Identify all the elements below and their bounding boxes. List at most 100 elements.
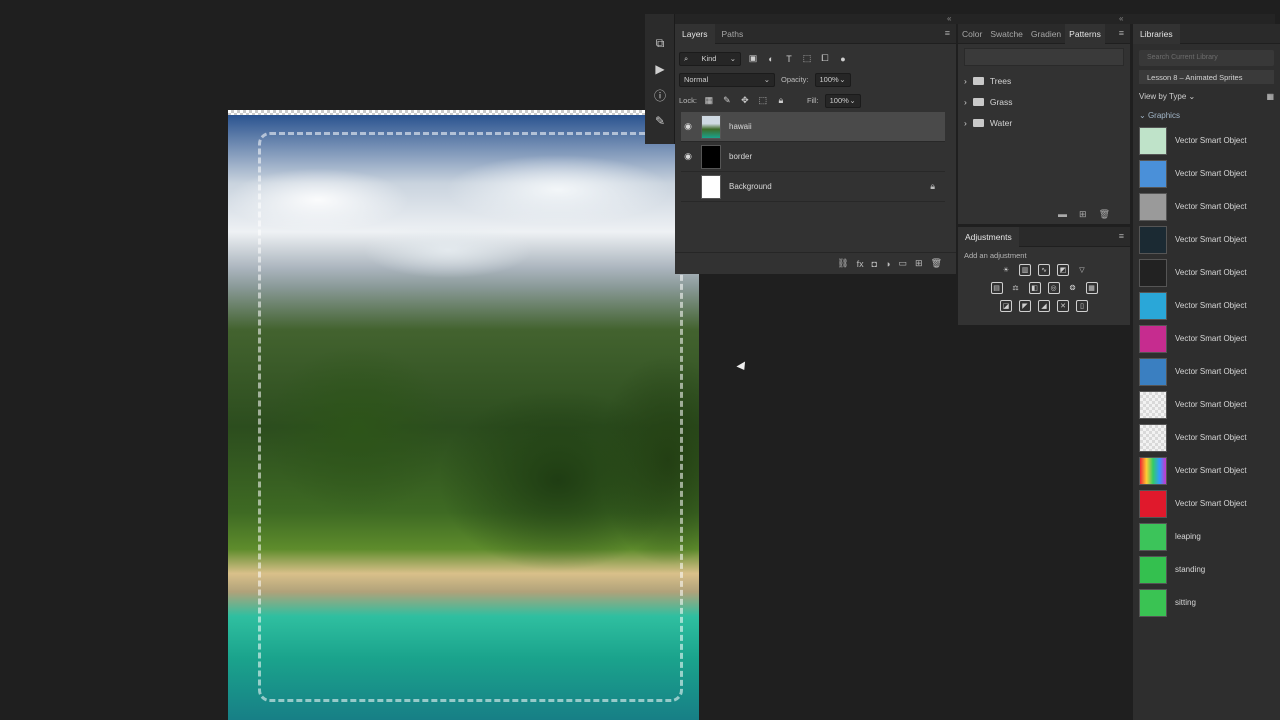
- hue-saturation-icon[interactable]: ▤: [990, 282, 1003, 294]
- photo-filter-icon[interactable]: ◎: [1047, 282, 1060, 294]
- view-by-type-dropdown[interactable]: View by Type ⌄: [1139, 92, 1195, 101]
- pixel-filter-icon[interactable]: ▣: [747, 53, 759, 65]
- item-label: Vector Smart Object: [1175, 235, 1247, 244]
- library-item[interactable]: Vector Smart Object: [1133, 223, 1280, 256]
- library-item[interactable]: Vector Smart Object: [1133, 190, 1280, 223]
- lock-icon[interactable]: 🔒︎: [930, 181, 935, 192]
- color-balance-icon[interactable]: ⚖: [1010, 282, 1022, 294]
- brush-settings-icon[interactable]: ✎: [645, 108, 675, 134]
- link-layers-icon[interactable]: ⛓: [837, 258, 848, 269]
- eye-icon[interactable]: ◉: [681, 121, 695, 132]
- library-search-input[interactable]: Search Current Library: [1139, 50, 1274, 66]
- chevron-right-icon: ›: [964, 96, 967, 107]
- chevron-down-icon: ⌄: [839, 75, 846, 84]
- blend-mode-select[interactable]: Normal ⌄: [679, 72, 775, 87]
- patterns-panel: Color Swatche Gradien Patterns ≡ › Trees…: [958, 23, 1130, 224]
- adjustment-filter-icon[interactable]: ◐: [765, 53, 777, 65]
- info-icon[interactable]: ⓘ: [645, 82, 675, 108]
- collapse-panels-icon[interactable]: «: [947, 14, 951, 23]
- folder-icon: [972, 118, 984, 127]
- fx-icon[interactable]: fx: [857, 259, 864, 269]
- type-filter-icon[interactable]: T: [783, 53, 795, 65]
- shape-filter-icon[interactable]: ⬚: [801, 53, 813, 65]
- pattern-search-bar[interactable]: [964, 48, 1124, 66]
- levels-icon[interactable]: ▥: [1019, 264, 1031, 276]
- folder-water[interactable]: › Water: [958, 112, 1130, 133]
- tab-gradients[interactable]: Gradien: [1027, 24, 1065, 44]
- exposure-icon[interactable]: ◩: [1057, 264, 1069, 276]
- folder-trees[interactable]: › Trees: [958, 70, 1130, 91]
- gradient-map-icon[interactable]: ▯: [1076, 300, 1088, 312]
- layer-row-hawaii[interactable]: ◉ hawaii: [681, 112, 945, 142]
- new-adjustment-icon[interactable]: ◑: [885, 259, 890, 269]
- library-item[interactable]: standing: [1133, 553, 1280, 586]
- library-select[interactable]: Lesson 8 – Animated Sprites: [1139, 70, 1274, 84]
- vibrance-icon[interactable]: ▽: [1076, 264, 1088, 276]
- patterns-menu-icon[interactable]: ≡: [1119, 28, 1124, 38]
- library-item[interactable]: Vector Smart Object: [1133, 454, 1280, 487]
- library-item[interactable]: Vector Smart Object: [1133, 322, 1280, 355]
- tab-patterns[interactable]: Patterns: [1065, 23, 1105, 44]
- filter-row: ⌕ Kind ⌄ ▣ ◐ T ⬚ ⧠ ●: [675, 48, 956, 69]
- lock-artboard-icon[interactable]: ⬚: [757, 95, 769, 107]
- color-lookup-icon[interactable]: ▦: [1085, 282, 1098, 294]
- library-item[interactable]: sitting: [1133, 586, 1280, 619]
- layers-menu-icon[interactable]: ≡: [945, 28, 950, 38]
- graphics-group-header[interactable]: ⌄ Graphics: [1133, 101, 1280, 124]
- library-item[interactable]: Vector Smart Object: [1133, 124, 1280, 157]
- tab-paths[interactable]: Paths: [715, 24, 751, 44]
- black-white-icon[interactable]: ◧: [1028, 282, 1041, 294]
- library-item[interactable]: Vector Smart Object: [1133, 421, 1280, 454]
- adjustments-menu-icon[interactable]: ≡: [1119, 231, 1124, 241]
- smart-object-filter-icon[interactable]: ⧠: [819, 53, 831, 65]
- brightness-icon[interactable]: ☀: [1000, 264, 1012, 276]
- item-thumbnail: [1139, 225, 1167, 254]
- add-mask-icon[interactable]: ◘: [872, 259, 877, 269]
- tab-libraries[interactable]: Libraries: [1133, 23, 1180, 44]
- grid-view-icon[interactable]: ▦: [1266, 92, 1274, 101]
- tab-layers[interactable]: Layers: [675, 23, 715, 44]
- library-item[interactable]: Vector Smart Object: [1133, 487, 1280, 520]
- library-item[interactable]: Vector Smart Object: [1133, 157, 1280, 190]
- document-canvas[interactable]: [228, 110, 699, 720]
- tab-swatches[interactable]: Swatche: [986, 24, 1027, 44]
- collapse-libraries-icon[interactable]: «: [1119, 14, 1123, 23]
- item-label: Vector Smart Object: [1175, 400, 1247, 409]
- lock-pixels-icon[interactable]: ✎: [721, 95, 733, 107]
- lock-transparent-icon[interactable]: ▦: [703, 95, 715, 107]
- fill-field[interactable]: 100% ⌄: [824, 93, 861, 108]
- new-group-icon[interactable]: ▭: [899, 258, 908, 269]
- folder-label: Grass: [989, 96, 1013, 107]
- history-icon[interactable]: ⧉: [645, 30, 675, 56]
- lock-position-icon[interactable]: ✥: [739, 95, 751, 107]
- library-item[interactable]: leaping: [1133, 520, 1280, 553]
- filter-toggle-icon[interactable]: ●: [837, 53, 849, 65]
- eye-icon[interactable]: ◉: [681, 151, 695, 162]
- folder-grass[interactable]: › Grass: [958, 91, 1130, 112]
- selective-color-icon[interactable]: ✕: [1057, 300, 1069, 312]
- library-item[interactable]: Vector Smart Object: [1133, 256, 1280, 289]
- threshold-icon[interactable]: ◢: [1038, 300, 1050, 312]
- posterize-icon[interactable]: ◤: [1019, 300, 1031, 312]
- item-thumbnail: [1139, 159, 1167, 188]
- layer-row-background[interactable]: Background 🔒︎: [681, 172, 945, 202]
- filter-kind-select[interactable]: ⌕ Kind ⌄: [679, 51, 741, 66]
- lock-all-icon[interactable]: 🔒︎: [775, 95, 787, 107]
- play-actions-icon[interactable]: ▶: [645, 56, 675, 82]
- channel-mixer-icon[interactable]: ❂: [1067, 282, 1079, 294]
- library-item[interactable]: Vector Smart Object: [1133, 388, 1280, 421]
- new-folder-icon[interactable]: ▬: [1058, 209, 1067, 220]
- tab-color[interactable]: Color: [958, 24, 986, 44]
- curves-icon[interactable]: ∿: [1038, 264, 1050, 276]
- trash-icon[interactable]: 🗑︎: [1099, 209, 1110, 220]
- trash-icon[interactable]: 🗑︎: [931, 258, 942, 269]
- new-pattern-icon[interactable]: ⊞: [1079, 209, 1087, 220]
- library-item[interactable]: Vector Smart Object: [1133, 289, 1280, 322]
- tab-adjustments[interactable]: Adjustments: [958, 226, 1019, 247]
- invert-icon[interactable]: ◪: [1000, 300, 1012, 312]
- item-thumbnail: [1139, 423, 1167, 452]
- layer-row-border[interactable]: ◉ border: [681, 142, 945, 172]
- new-layer-icon[interactable]: ⊞: [915, 258, 923, 269]
- library-item[interactable]: Vector Smart Object: [1133, 355, 1280, 388]
- opacity-field[interactable]: 100% ⌄: [814, 72, 851, 87]
